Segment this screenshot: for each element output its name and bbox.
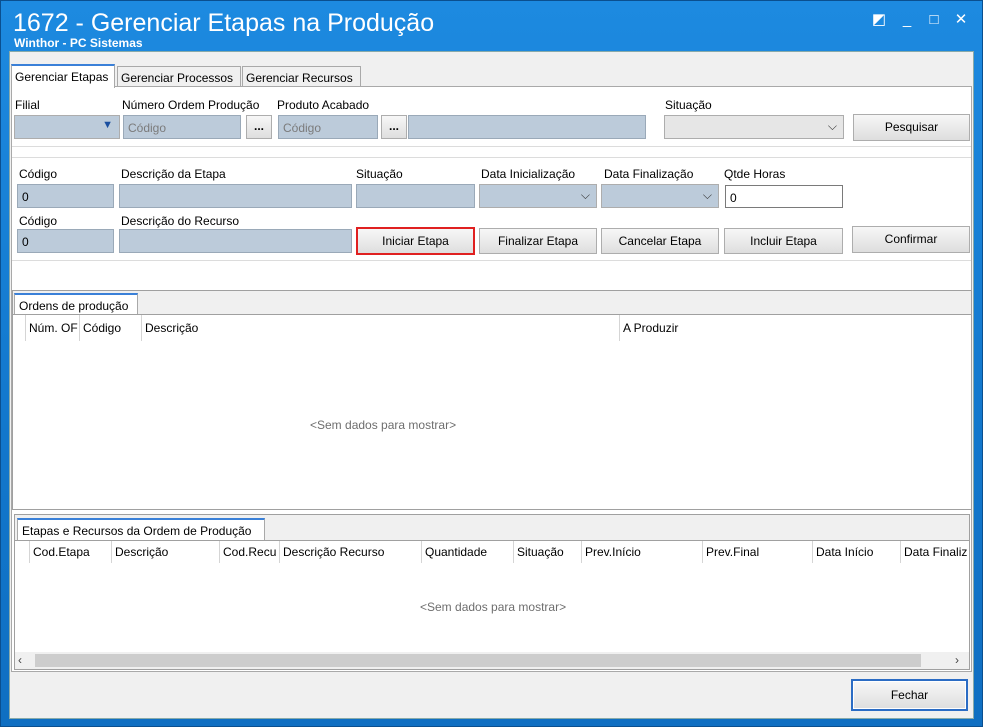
qtde-horas-input[interactable]: 0: [725, 185, 843, 208]
chevron-down-icon: ⌵: [702, 188, 712, 202]
scroll-left-icon[interactable]: ‹: [18, 652, 22, 669]
data-finalizacao-select[interactable]: ⌵: [601, 184, 719, 208]
produto-descricao-input: [408, 115, 646, 139]
chevron-down-icon: ⌵: [827, 119, 837, 133]
tab-ordens-producao[interactable]: Ordens de produção: [14, 293, 138, 315]
qtde-horas-label: Qtde Horas: [724, 167, 786, 181]
data-inicializacao-select[interactable]: ⌵: [479, 184, 597, 208]
column-header[interactable]: Prev.Final: [702, 541, 812, 563]
minimize-icon[interactable]: _: [897, 10, 917, 30]
column-header[interactable]: Data Finaliz: [900, 541, 969, 563]
ordens-tab-strip: [12, 290, 972, 314]
filial-select[interactable]: ▼: [14, 115, 120, 139]
produto-lookup-button[interactable]: ...: [381, 115, 407, 139]
etapa-situacao-input[interactable]: [356, 184, 475, 208]
column-header[interactable]: Prev.Início: [581, 541, 702, 563]
ordem-label: Número Ordem Produção: [122, 98, 260, 112]
ordens-grid: Núm. OF Código Descrição A Produzir <Sem…: [12, 314, 972, 510]
etapa-descricao-label: Descrição da Etapa: [121, 167, 226, 181]
recurso-codigo-label: Código: [19, 214, 58, 228]
column-header[interactable]: A Produzir: [619, 315, 971, 341]
etapas-grid: Cod.Etapa Descrição Cod.Recu Descrição R…: [14, 540, 970, 670]
column-header[interactable]: Quantidade: [421, 541, 513, 563]
etapas-grid-header: Cod.Etapa Descrição Cod.Recu Descrição R…: [29, 541, 969, 565]
tab-gerenciar-etapas[interactable]: Gerenciar Etapas: [11, 64, 115, 88]
tab-gerenciar-processos[interactable]: Gerenciar Processos: [117, 66, 241, 88]
column-header[interactable]: Cod.Recu: [219, 541, 279, 563]
recurso-descricao-label: Descrição do Recurso: [121, 214, 240, 228]
divider: [12, 157, 971, 158]
column-header[interactable]: Data Início: [812, 541, 900, 563]
etapa-codigo-label: Código: [19, 167, 58, 181]
etapas-empty-message: <Sem dados para mostrar>: [420, 600, 567, 614]
column-header[interactable]: Descrição Recurso: [279, 541, 421, 563]
close-icon[interactable]: ✕: [951, 10, 971, 30]
data-finalizacao-label: Data Finalização: [604, 167, 694, 181]
recurso-descricao-input[interactable]: [119, 229, 352, 253]
finalizar-etapa-button[interactable]: Finalizar Etapa: [479, 228, 597, 254]
produto-label: Produto Acabado: [277, 98, 370, 112]
incluir-etapa-button[interactable]: Incluir Etapa: [724, 228, 843, 254]
ordem-input[interactable]: Código: [123, 115, 241, 139]
column-header[interactable]: Situação: [513, 541, 581, 563]
window-title: 1672 - Gerenciar Etapas na Produção: [13, 9, 435, 37]
filial-label: Filial: [15, 98, 40, 112]
divider: [12, 146, 971, 147]
ordens-grid-header: Núm. OF Código Descrição A Produzir: [25, 315, 971, 341]
window-subtitle: Winthor - PC Sistemas: [14, 36, 143, 50]
etapa-descricao-input[interactable]: [119, 184, 352, 208]
recurso-codigo-input[interactable]: 0: [17, 229, 114, 253]
chevron-down-icon: ▼: [102, 119, 113, 131]
maximize-icon[interactable]: □: [924, 10, 944, 30]
restore-icon[interactable]: ◩: [869, 10, 889, 30]
tab-gerenciar-recursos[interactable]: Gerenciar Recursos: [242, 66, 361, 88]
iniciar-etapa-button[interactable]: Iniciar Etapa: [356, 227, 475, 255]
produto-input[interactable]: Código: [278, 115, 378, 139]
pesquisar-button[interactable]: Pesquisar: [853, 114, 970, 141]
situacao-filter-label: Situação: [665, 98, 712, 112]
etapa-situacao-label: Situação: [356, 167, 403, 181]
ordem-lookup-button[interactable]: ...: [246, 115, 272, 139]
data-inicializacao-label: Data Inicialização: [481, 167, 576, 181]
column-header[interactable]: Núm. OF: [25, 315, 79, 341]
divider: [12, 260, 971, 261]
situacao-filter-select[interactable]: ⌵: [664, 115, 844, 139]
horizontal-scrollbar[interactable]: ‹ ›: [15, 652, 969, 669]
column-header[interactable]: Código: [79, 315, 141, 341]
tab-etapas-recursos[interactable]: Etapas e Recursos da Ordem de Produção: [17, 518, 265, 540]
scroll-right-icon[interactable]: ›: [955, 652, 959, 669]
etapa-codigo-input[interactable]: 0: [17, 184, 114, 208]
ordens-empty-message: <Sem dados para mostrar>: [310, 418, 457, 432]
column-header[interactable]: Descrição: [141, 315, 619, 341]
confirmar-button[interactable]: Confirmar: [852, 226, 970, 253]
fechar-button[interactable]: Fechar: [851, 679, 968, 711]
column-header[interactable]: Descrição: [111, 541, 219, 563]
column-header[interactable]: Cod.Etapa: [29, 541, 111, 563]
scrollbar-thumb[interactable]: [35, 654, 921, 667]
cancelar-etapa-button[interactable]: Cancelar Etapa: [601, 228, 719, 254]
chevron-down-icon: ⌵: [580, 188, 590, 202]
